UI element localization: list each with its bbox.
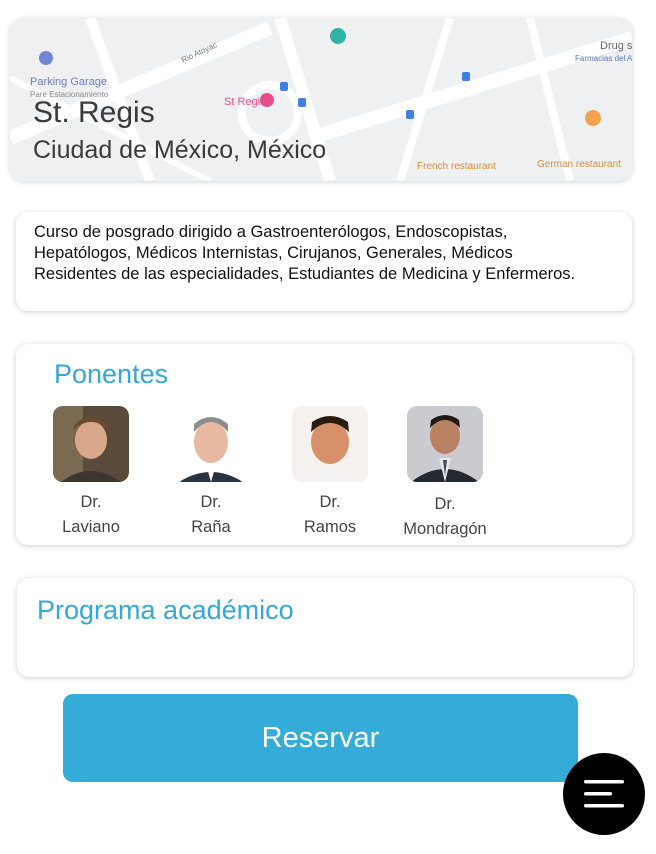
program-card[interactable]: Programa académico <box>17 578 633 677</box>
speaker-title: Dr. <box>200 493 222 511</box>
reserve-button-label: Reservar <box>261 721 380 754</box>
reserve-button[interactable]: Reservar <box>63 694 578 782</box>
avatar <box>53 406 129 482</box>
speakers-title: Ponentes <box>54 359 169 389</box>
avatar <box>173 406 249 482</box>
map-label-german: German restaurant <box>537 159 621 170</box>
map-label-parking: Parking Garage <box>30 76 108 88</box>
venue-name: St. Regis <box>33 96 155 129</box>
speaker-title: Dr. <box>319 493 341 511</box>
location-map[interactable]: Parking Garage Pare Estacionamiento Rio … <box>10 18 632 181</box>
avatar <box>407 406 483 482</box>
map-label-drug-store: Drug st <box>600 40 632 52</box>
speaker-name: Raña <box>191 518 231 536</box>
description-card: Curso de posgrado dirigido a Gastroenter… <box>16 212 632 311</box>
speaker-ramos[interactable]: Dr. Ramos <box>275 406 385 540</box>
course-description: Curso de posgrado dirigido a Gastroenter… <box>34 223 576 283</box>
menu-button[interactable] <box>563 753 645 835</box>
speakers-card: Ponentes Dr. Laviano Dr. Raña Dr. Ramos … <box>16 344 632 545</box>
avatar <box>292 406 368 482</box>
speaker-name: Laviano <box>62 518 120 536</box>
speaker-rana[interactable]: Dr. Raña <box>156 406 266 540</box>
speaker-title: Dr. <box>80 493 102 511</box>
map-label-french: French restaurant <box>417 161 496 172</box>
venue-city: Ciudad de México, México <box>33 136 327 164</box>
speaker-name: Mondragón <box>403 520 487 538</box>
hamburger-menu-icon <box>584 780 624 808</box>
speaker-title: Dr. <box>434 495 456 513</box>
map-label-st-regis: St Regis <box>224 96 266 108</box>
speaker-name: Ramos <box>303 518 357 536</box>
speaker-laviano[interactable]: Dr. Laviano <box>36 406 146 540</box>
speaker-mondragon[interactable]: Dr. Mondragón <box>390 406 500 542</box>
program-title: Programa académico <box>37 595 294 625</box>
map-label-pharmacy: Farmacias del Ah <box>575 54 632 63</box>
